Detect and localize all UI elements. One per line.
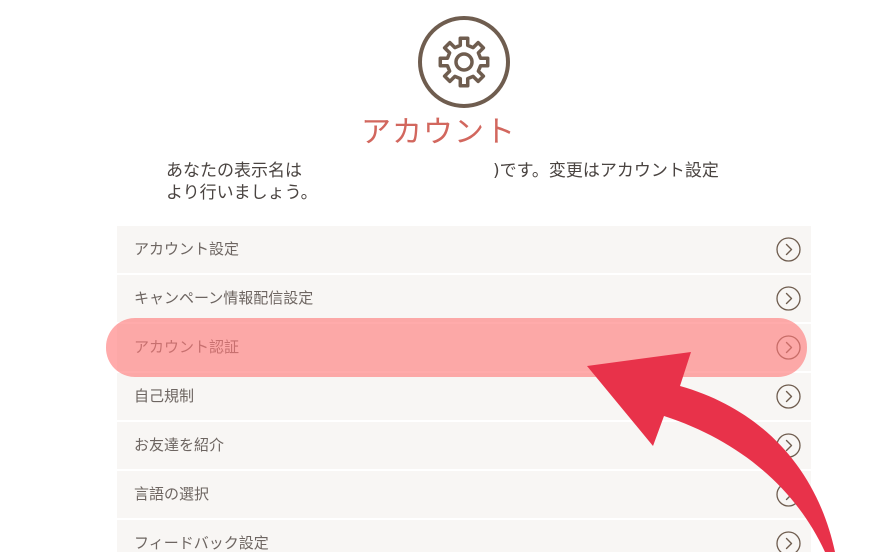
chevron-right-circle-icon bbox=[776, 531, 801, 552]
chevron-right-circle-icon bbox=[776, 286, 801, 311]
notice-line2: より行いましょう。 bbox=[166, 183, 318, 203]
page-title: アカウント bbox=[361, 115, 516, 150]
notice-prefix: あなたの表示名は bbox=[166, 161, 302, 181]
menu-item-account-verification[interactable]: アカウント認証 bbox=[117, 324, 811, 371]
account-menu: アカウント設定 キャンペーン情報配信設定 アカウント認証 自己規制 お友達を紹介… bbox=[117, 226, 811, 552]
menu-item-label: フィードバック設定 bbox=[134, 534, 269, 552]
chevron-right-circle-icon bbox=[776, 482, 801, 507]
menu-item-refer-friend[interactable]: お友達を紹介 bbox=[117, 422, 811, 469]
chevron-right-circle-icon bbox=[776, 335, 801, 360]
chevron-right-circle-icon bbox=[776, 384, 801, 409]
menu-item-account-settings[interactable]: アカウント設定 bbox=[117, 226, 811, 273]
menu-item-label: アカウント設定 bbox=[134, 240, 240, 258]
menu-item-feedback-settings[interactable]: フィードバック設定 bbox=[117, 520, 811, 552]
gear-icon bbox=[417, 15, 511, 109]
menu-item-label: キャンペーン情報配信設定 bbox=[134, 289, 314, 307]
menu-item-label: 言語の選択 bbox=[134, 485, 210, 503]
account-page: アカウント あなたの表示名は )です。変更はアカウント設定 より行いましょう。 ア… bbox=[0, 0, 877, 552]
chevron-right-circle-icon bbox=[776, 433, 801, 458]
menu-item-label: アカウント認証 bbox=[134, 338, 240, 356]
display-name-notice: あなたの表示名は )です。変更はアカウント設定 より行いましょう。 bbox=[166, 160, 786, 204]
menu-item-campaign-settings[interactable]: キャンペーン情報配信設定 bbox=[117, 275, 811, 322]
notice-suffix: )です。変更はアカウント設定 bbox=[493, 161, 719, 181]
menu-item-language[interactable]: 言語の選択 bbox=[117, 471, 811, 518]
menu-item-label: お友達を紹介 bbox=[134, 436, 225, 454]
menu-item-label: 自己規制 bbox=[134, 387, 195, 405]
chevron-right-circle-icon bbox=[776, 237, 801, 262]
menu-item-self-exclusion[interactable]: 自己規制 bbox=[117, 373, 811, 420]
display-name-redacted bbox=[306, 160, 491, 178]
